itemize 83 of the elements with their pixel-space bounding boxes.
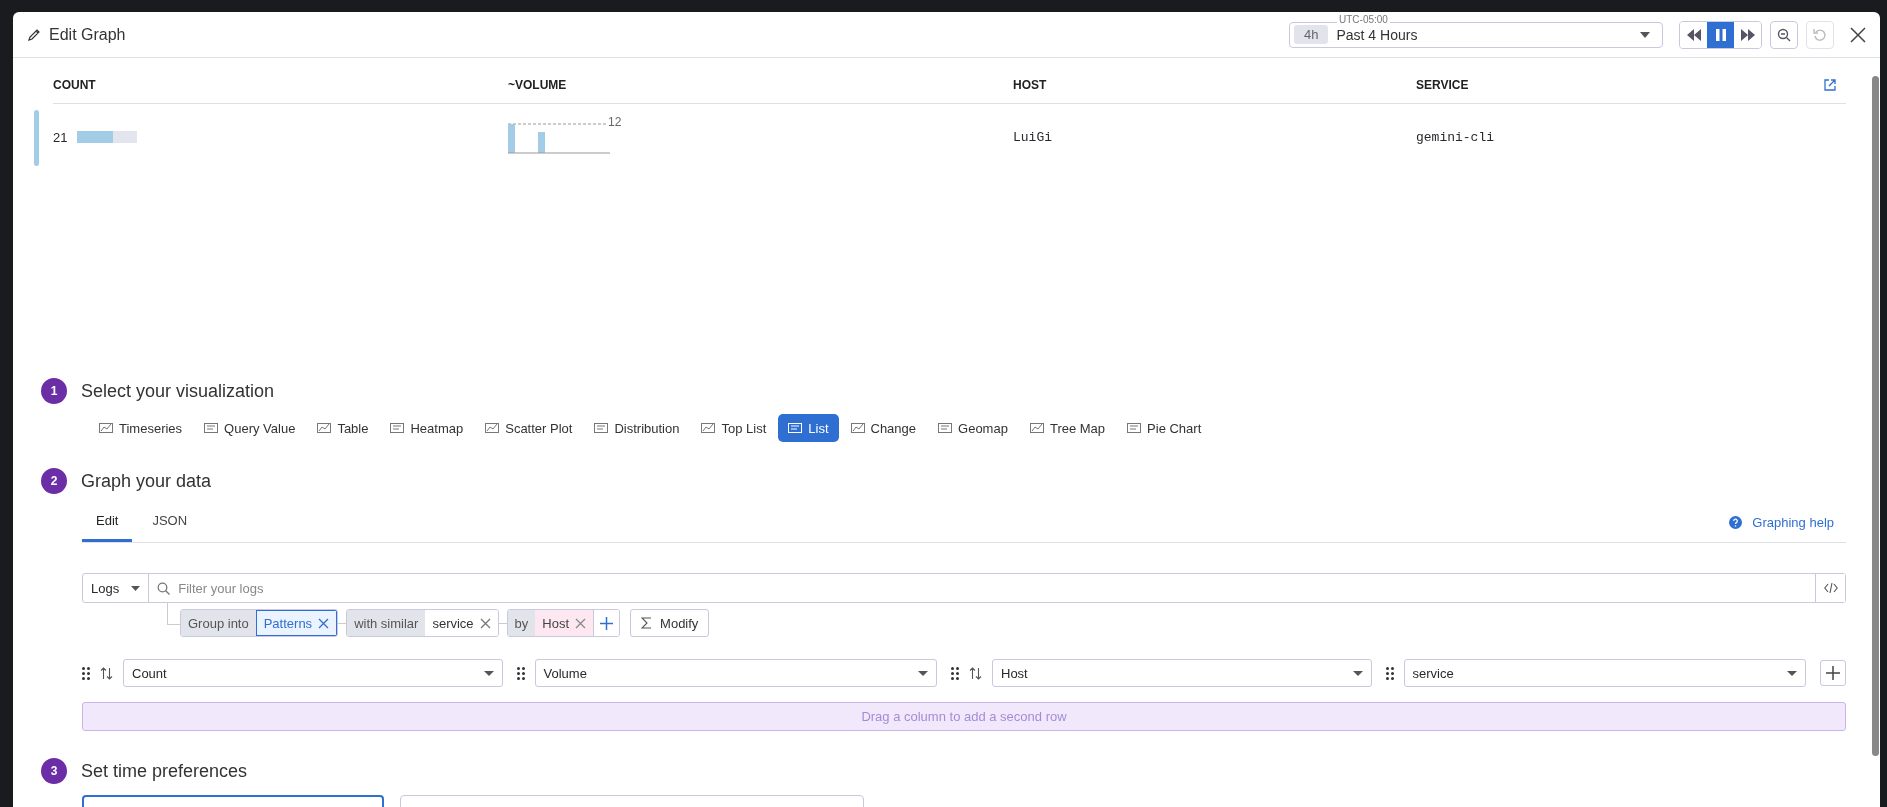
query-field[interactable]: Logs Filter your logs xyxy=(82,573,1846,603)
add-column-button[interactable] xyxy=(1820,660,1846,686)
tab[interactable]: Edit xyxy=(82,502,133,542)
pause-icon xyxy=(1715,28,1726,41)
sort-icon[interactable] xyxy=(100,666,113,680)
chart-type-icon xyxy=(850,422,865,434)
pencil-icon xyxy=(27,27,41,42)
section-title: Graph your data xyxy=(81,470,212,492)
code-button[interactable] xyxy=(1815,574,1845,602)
drag-handle-icon[interactable] xyxy=(516,666,525,680)
column-dropdown[interactable]: service xyxy=(1403,659,1806,687)
column-dropdown[interactable]: Host xyxy=(992,659,1372,687)
visualization-option[interactable]: List xyxy=(778,414,839,442)
pause-button[interactable] xyxy=(1707,21,1734,48)
caret-icon xyxy=(1352,670,1363,676)
host-cell-text: LuiGi xyxy=(1013,129,1053,145)
caret-icon xyxy=(1787,670,1797,676)
chart-type-icon xyxy=(390,422,405,434)
caret-icon xyxy=(918,670,928,676)
timeframe-badge: 4h xyxy=(1294,25,1329,44)
external-link-icon[interactable] xyxy=(1824,78,1836,91)
drag-handle-icon[interactable] xyxy=(82,666,90,680)
reset-icon xyxy=(1813,27,1827,42)
row-marker xyxy=(34,110,39,166)
remove-icon[interactable] xyxy=(479,617,491,629)
rewind-icon xyxy=(1686,28,1701,41)
column-header: ~VOLUME xyxy=(508,77,568,92)
timezone-label: UTC-05:00 xyxy=(1337,14,1390,25)
chart-type-icon xyxy=(701,422,716,434)
drag-handle-icon[interactable] xyxy=(951,666,959,680)
tab[interactable]: JSON xyxy=(138,502,202,542)
close-icon xyxy=(1850,26,1866,43)
chart-type-icon xyxy=(1029,422,1044,434)
count-value: 21 xyxy=(53,129,68,145)
similar-label: with similar xyxy=(347,610,426,636)
remove-icon[interactable] xyxy=(575,617,587,629)
drag-handle-icon[interactable] xyxy=(1385,666,1394,680)
caret-icon xyxy=(483,670,494,676)
step-number: 3 xyxy=(41,758,67,784)
code-icon xyxy=(1823,582,1838,594)
pattern-chip[interactable]: Patterns xyxy=(255,610,338,636)
step-number: 2 xyxy=(41,468,67,494)
by-label: by xyxy=(507,610,536,636)
section-title: Select your visualization xyxy=(81,380,275,402)
remove-icon[interactable] xyxy=(318,617,330,629)
column-dropdown[interactable]: Volume xyxy=(534,659,937,687)
modify-button[interactable]: Modify xyxy=(630,609,710,637)
host-chip[interactable]: Host xyxy=(535,610,594,636)
caret-icon xyxy=(131,585,141,591)
plus-icon xyxy=(1826,666,1840,680)
column-header: HOST xyxy=(1013,77,1048,92)
volume-max-label: 12 xyxy=(608,115,622,129)
service-cell-text: gemini-cli xyxy=(1416,129,1495,145)
zoom-out-button[interactable] xyxy=(1770,20,1798,49)
sigma-icon xyxy=(641,617,653,629)
chart-type-icon xyxy=(204,422,219,434)
caret-icon xyxy=(1640,31,1650,38)
column-header: SERVICE xyxy=(1416,77,1470,92)
search-icon xyxy=(157,581,171,595)
column-header: COUNT xyxy=(53,77,97,92)
chart-type-icon xyxy=(594,422,609,434)
fast-forward-icon xyxy=(1740,28,1755,41)
source-dropdown[interactable]: Logs xyxy=(83,574,150,602)
chart-type-icon xyxy=(1127,422,1142,434)
column-dropdown[interactable]: Count xyxy=(123,659,503,687)
chart-type-icon xyxy=(788,422,803,434)
chart-type-icon xyxy=(317,422,332,434)
chart-type-icon xyxy=(485,422,500,434)
step-number: 1 xyxy=(41,378,67,404)
sort-icon[interactable] xyxy=(969,666,982,680)
chart-type-icon xyxy=(938,422,953,434)
chart-type-icon xyxy=(99,422,113,434)
plus-icon xyxy=(600,616,614,630)
timeframe-value: Past 4 Hours xyxy=(1336,26,1419,43)
window-title: Edit Graph xyxy=(49,25,126,44)
add-group-button[interactable] xyxy=(593,610,620,636)
drop-zone: Drag a column to add a second row xyxy=(82,702,1846,731)
section-title: Set time preferences xyxy=(81,760,248,782)
help-icon xyxy=(1729,515,1743,529)
group-label: Group into xyxy=(181,610,256,636)
graphing-help-link[interactable]: Graphing help xyxy=(1752,514,1834,530)
connector-line xyxy=(167,601,180,625)
zoom-out-icon xyxy=(1777,27,1791,42)
